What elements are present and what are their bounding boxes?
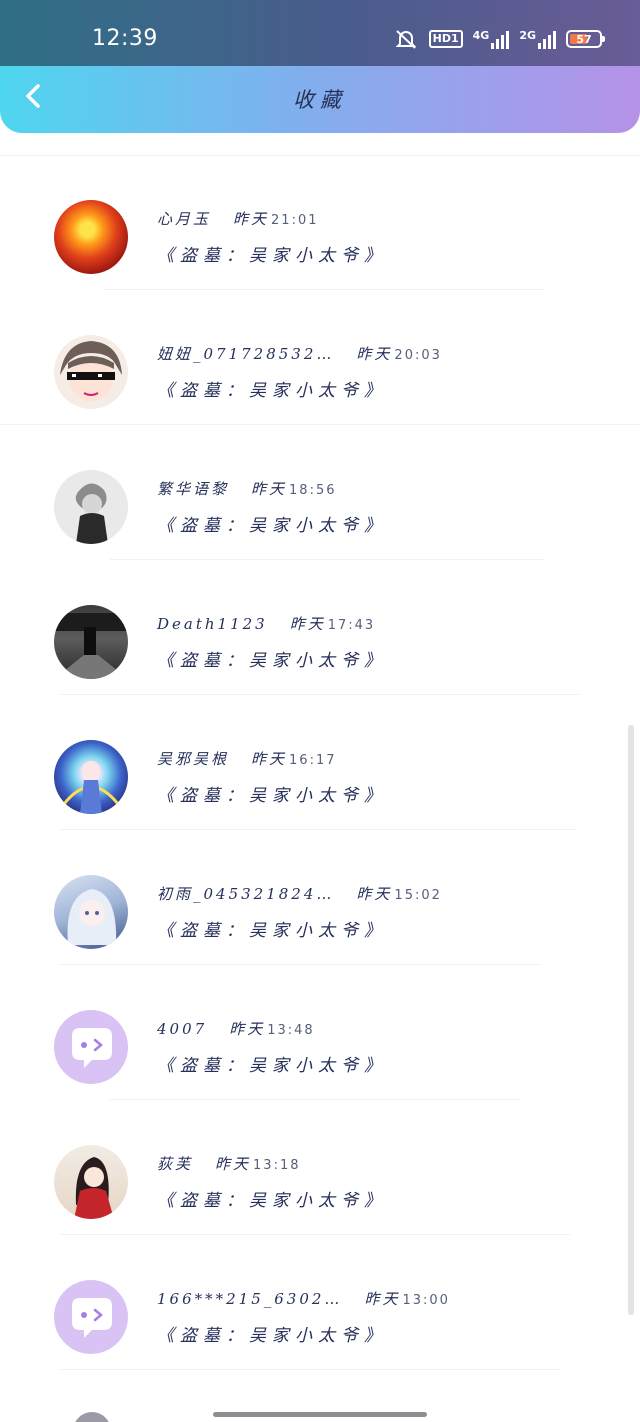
- page-title: 收藏: [293, 88, 347, 112]
- clock: 12:39: [92, 26, 158, 51]
- time-label: 21:01: [271, 213, 319, 228]
- user-line: 4007 昨天 13:48: [157, 1018, 315, 1039]
- list-item[interactable]: 166***215_6302… 昨天 13:00 《盗墓：吴家小太爷》: [0, 1235, 640, 1370]
- user-name[interactable]: 4007: [157, 1020, 207, 1038]
- list-item[interactable]: 吴邪吴根 昨天 16:17 《盗墓：吴家小太爷》: [0, 695, 640, 830]
- user-name[interactable]: 妞妞_071728532…: [157, 345, 334, 363]
- chat-bubble-icon: [72, 1028, 112, 1068]
- battery-level: 57: [576, 32, 592, 46]
- net2-label: 2G: [519, 29, 536, 42]
- list-item[interactable]: 妞妞_071728532… 昨天 20:03 《盗墓：吴家小太爷》: [0, 290, 640, 425]
- chat-bubble-icon: [72, 1298, 112, 1338]
- battery-icon: 57: [566, 30, 605, 48]
- day-label: 昨天: [215, 1155, 252, 1173]
- time-label: 13:48: [267, 1023, 315, 1038]
- day-label: 昨天: [356, 345, 393, 363]
- default-chat-avatar[interactable]: [54, 1280, 128, 1354]
- user-line: 繁华语黎 昨天 18:56: [157, 478, 337, 499]
- work-title[interactable]: 《盗墓：吴家小太爷》: [157, 241, 387, 266]
- default-chat-avatar[interactable]: [54, 1010, 128, 1084]
- time-label: 15:02: [394, 888, 442, 903]
- sunglasses-boy-avatar[interactable]: [54, 335, 128, 409]
- list-item[interactable]: Death1123 昨天 17:43 《盗墓：吴家小太爷》: [0, 560, 640, 695]
- user-line: 吴邪吴根 昨天 16:17: [157, 748, 337, 769]
- list-item[interactable]: 繁华语黎 昨天 18:56 《盗墓：吴家小太爷》: [0, 425, 640, 560]
- user-name[interactable]: 心月玉: [157, 210, 211, 228]
- user-line: 荻芙 昨天 13:18: [157, 1153, 301, 1174]
- day-label: 昨天: [251, 750, 288, 768]
- time-label: 17:43: [327, 618, 376, 633]
- net1-label: 4G: [472, 29, 490, 42]
- day-label: 昨天: [289, 615, 326, 633]
- day-label: 昨天: [251, 480, 288, 498]
- colorful-character-avatar[interactable]: [54, 740, 128, 814]
- status-bar: 12:39 HD1 4G 2G 57: [0, 0, 640, 66]
- time-label: 20:03: [394, 348, 442, 363]
- red-robe-avatar[interactable]: [54, 1145, 128, 1219]
- day-label: 昨天: [356, 885, 393, 903]
- user-name[interactable]: 繁华语黎: [157, 480, 229, 498]
- home-indicator[interactable]: [213, 1412, 427, 1417]
- list-item[interactable]: 4007 昨天 13:48 《盗墓：吴家小太爷》: [0, 965, 640, 1100]
- scrollbar[interactable]: [628, 725, 634, 1315]
- next-avatar-peek: [73, 1412, 111, 1422]
- work-title[interactable]: 《盗墓：吴家小太爷》: [157, 376, 387, 401]
- work-title[interactable]: 《盗墓：吴家小太爷》: [157, 916, 387, 941]
- work-title[interactable]: 《盗墓：吴家小太爷》: [157, 646, 387, 671]
- app-header: 收藏: [0, 66, 640, 133]
- silver-hair-girl-avatar[interactable]: [54, 875, 128, 949]
- day-label: 昨天: [364, 1290, 401, 1308]
- sketch-boy-avatar[interactable]: [54, 470, 128, 544]
- user-name[interactable]: Death1123: [157, 615, 268, 633]
- cell-signal-2-icon: 2G: [519, 29, 556, 49]
- work-title[interactable]: 《盗墓：吴家小太爷》: [157, 511, 387, 536]
- day-label: 昨天: [229, 1020, 266, 1038]
- hd-icon: HD1: [428, 30, 463, 48]
- day-label: 昨天: [233, 210, 270, 228]
- time-label: 18:56: [289, 483, 337, 498]
- status-icons: HD1 4G 2G 57: [393, 28, 605, 50]
- work-title[interactable]: 《盗墓：吴家小太爷》: [157, 1051, 387, 1076]
- user-name[interactable]: 吴邪吴根: [157, 750, 229, 768]
- user-line: 初雨_045321824… 昨天 15:02: [157, 883, 442, 904]
- user-line: 妞妞_071728532… 昨天 20:03: [157, 343, 442, 364]
- list-item[interactable]: 心月玉 昨天 21:01 《盗墓：吴家小太爷》: [0, 155, 640, 290]
- work-title[interactable]: 《盗墓：吴家小太爷》: [157, 781, 387, 806]
- mute-bell-icon: [393, 28, 419, 50]
- work-title[interactable]: 《盗墓：吴家小太爷》: [157, 1321, 387, 1346]
- user-name[interactable]: 166***215_6302…: [157, 1290, 342, 1308]
- time-label: 16:17: [289, 753, 337, 768]
- time-label: 13:18: [253, 1158, 301, 1173]
- dark-street-avatar[interactable]: [54, 605, 128, 679]
- flower-fire-avatar[interactable]: [54, 200, 128, 274]
- time-label: 13:00: [402, 1293, 450, 1308]
- user-line: 心月玉 昨天 21:01: [157, 208, 319, 229]
- favorites-list: 心月玉 昨天 21:01 《盗墓：吴家小太爷》 妞妞_071728532… 昨天 20:…: [0, 155, 640, 1370]
- work-title[interactable]: 《盗墓：吴家小太爷》: [157, 1186, 387, 1211]
- user-name[interactable]: 初雨_045321824…: [157, 885, 334, 903]
- list-item[interactable]: 荻芙 昨天 13:18 《盗墓：吴家小太爷》: [0, 1100, 640, 1235]
- list-item[interactable]: 初雨_045321824… 昨天 15:02 《盗墓：吴家小太爷》: [0, 830, 640, 965]
- user-line: Death1123 昨天 17:43: [157, 613, 375, 634]
- divider: [60, 1369, 560, 1370]
- user-name[interactable]: 荻芙: [157, 1155, 193, 1173]
- user-line: 166***215_6302… 昨天 13:00: [157, 1288, 450, 1309]
- cell-signal-1-icon: 4G: [473, 29, 510, 49]
